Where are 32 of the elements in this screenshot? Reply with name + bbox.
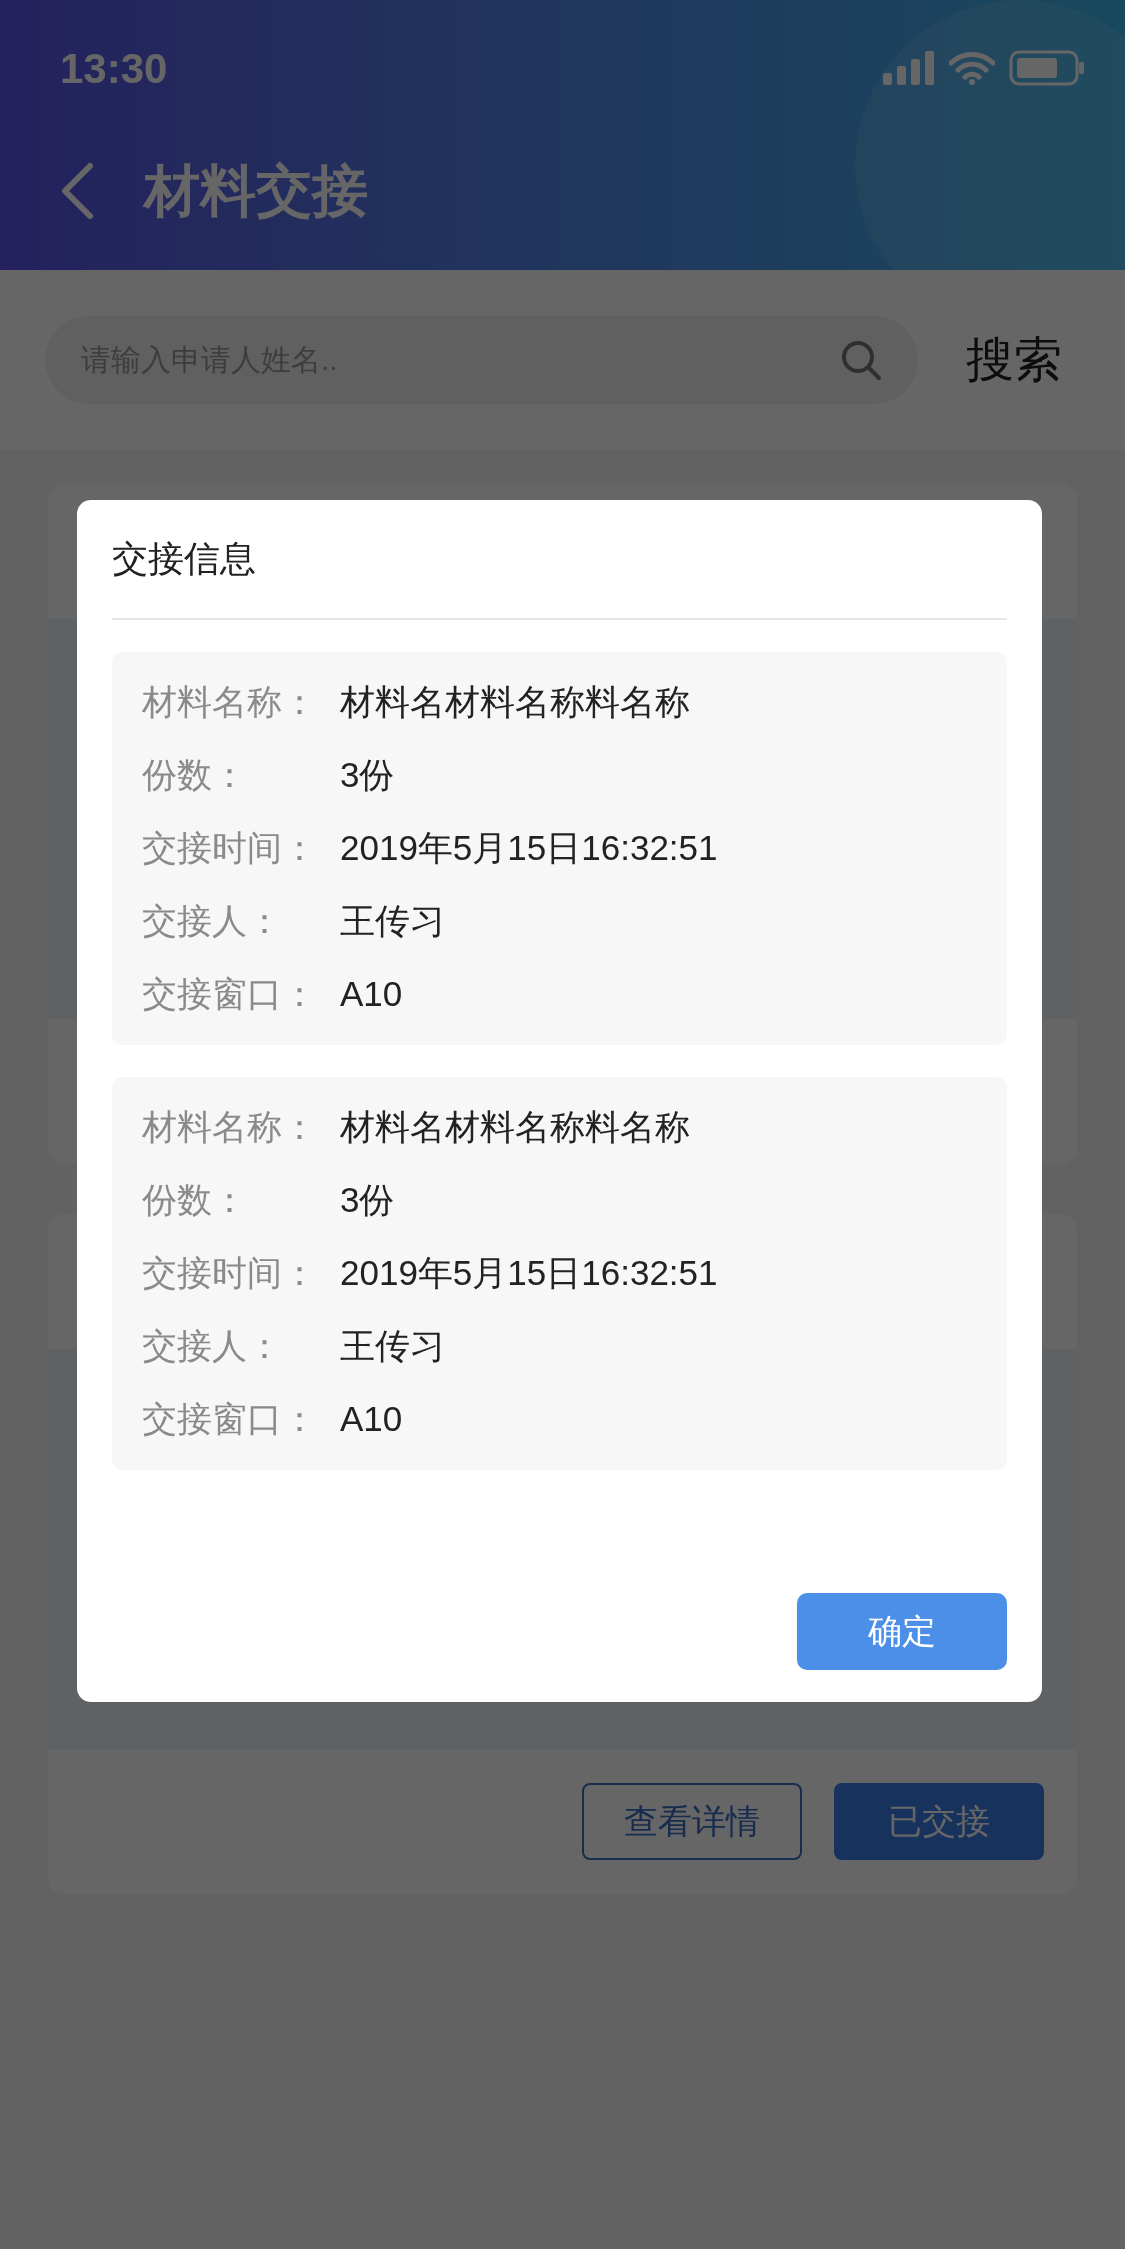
status-button[interactable]: 已交接 [834, 1783, 1044, 1860]
back-icon[interactable] [60, 162, 94, 220]
field-label: 交接窗口： [142, 1398, 318, 1441]
field-value: 王传习 [340, 1325, 445, 1368]
search-button[interactable]: 搜索 [966, 324, 1062, 396]
details-button[interactable]: 查看详情 [582, 1783, 802, 1860]
field-value: A10 [340, 1398, 403, 1441]
field-label: 交接窗口： [142, 973, 318, 1016]
page-title: 材料交接 [144, 158, 368, 224]
field-label: 份数： [142, 1179, 248, 1222]
field-label: 材料名称： [142, 1106, 318, 1149]
field-value: 2019年5月15日16:32:51 [340, 1252, 718, 1295]
field-value: 材料名材料名称料名称 [340, 681, 690, 724]
wifi-icon [949, 51, 995, 85]
battery-icon [1009, 50, 1085, 86]
dialog-title: 交接信息 [112, 537, 256, 581]
field-label: 交接人： [142, 1325, 283, 1368]
field-value: 3份 [340, 754, 395, 797]
field-label: 交接时间： [142, 827, 318, 870]
field-label: 交接人： [142, 900, 283, 943]
search-icon [840, 339, 882, 381]
confirm-button[interactable]: 确定 [797, 1593, 1007, 1670]
field-value: A10 [340, 973, 403, 1016]
status-time: 13:30 [60, 43, 168, 94]
field-label: 交接时间： [142, 1252, 318, 1295]
field-value: 王传习 [340, 900, 445, 943]
field-value: 3份 [340, 1179, 395, 1222]
field-label: 材料名称： [142, 681, 318, 724]
field-label: 份数： [142, 754, 248, 797]
field-value: 2019年5月15日16:32:51 [340, 827, 718, 870]
field-value: 材料名材料名称料名称 [340, 1106, 690, 1149]
signal-icon [883, 51, 935, 85]
